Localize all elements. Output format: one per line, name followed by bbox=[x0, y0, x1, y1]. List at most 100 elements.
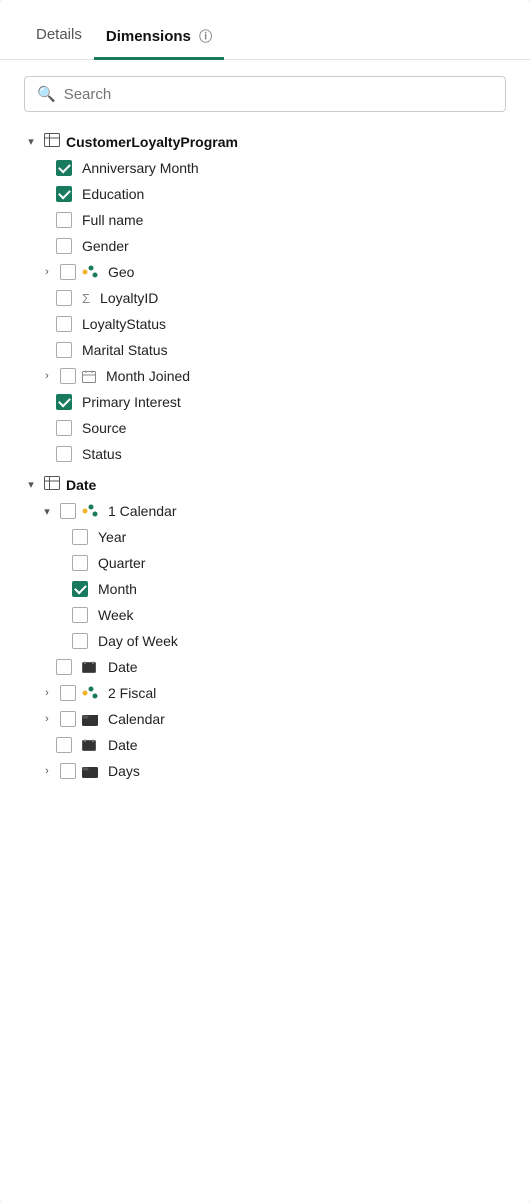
checkbox-education[interactable] bbox=[56, 186, 72, 202]
list-item-loyalty-status[interactable]: LoyaltyStatus bbox=[0, 311, 530, 337]
subgroup-row-2fiscal[interactable]: › 2 Fiscal bbox=[0, 680, 530, 706]
subgroup-row-1calendar[interactable]: ▾ 1 Calendar bbox=[0, 498, 530, 524]
field-label-primary-interest: Primary Interest bbox=[82, 394, 181, 410]
list-item-loyalty-id[interactable]: Σ LoyaltyID bbox=[0, 285, 530, 311]
field-label-month: Month bbox=[98, 581, 137, 597]
checkbox-date-flat1[interactable] bbox=[56, 659, 72, 675]
list-item-status[interactable]: Status bbox=[0, 441, 530, 467]
checkbox-month[interactable] bbox=[72, 581, 88, 597]
chevron-icon-geo: › bbox=[40, 266, 54, 278]
list-item-anniversary-month[interactable]: Anniversary Month bbox=[0, 155, 530, 181]
list-item-gender[interactable]: Gender bbox=[0, 233, 530, 259]
checkbox-source[interactable] bbox=[56, 420, 72, 436]
checkbox-date-flat2[interactable] bbox=[56, 737, 72, 753]
sigma-icon-loyalty-id: Σ bbox=[82, 291, 90, 306]
tab-details[interactable]: Details bbox=[24, 16, 94, 60]
search-icon: 🔍 bbox=[37, 85, 56, 103]
field-label-loyalty-status: LoyaltyStatus bbox=[82, 316, 166, 332]
table-icon-date bbox=[44, 476, 60, 493]
list-item-full-name[interactable]: Full name bbox=[0, 207, 530, 233]
checkbox-marital-status[interactable] bbox=[56, 342, 72, 358]
checkbox-full-name[interactable] bbox=[56, 212, 72, 228]
list-item-month[interactable]: Month bbox=[0, 576, 530, 602]
dateflat-icon-2 bbox=[82, 739, 96, 751]
field-label-status: Status bbox=[82, 446, 122, 462]
checkbox-quarter[interactable] bbox=[72, 555, 88, 571]
field-label-quarter: Quarter bbox=[98, 555, 145, 571]
hierarchy-icon-geo bbox=[82, 265, 98, 279]
chevron-icon-month-joined: › bbox=[40, 370, 54, 382]
checkbox-days[interactable] bbox=[60, 763, 76, 779]
chevron-icon-1calendar: ▾ bbox=[40, 505, 54, 518]
checkbox-loyalty-id[interactable] bbox=[56, 290, 72, 306]
list-item-quarter[interactable]: Quarter bbox=[0, 550, 530, 576]
field-label-source: Source bbox=[82, 420, 126, 436]
hierarchy-icon-2fiscal bbox=[82, 686, 98, 700]
group-date: ▾ Date ▾ bbox=[0, 471, 530, 784]
chevron-icon-days: › bbox=[40, 765, 54, 777]
checkbox-loyalty-status[interactable] bbox=[56, 316, 72, 332]
field-label-1calendar: 1 Calendar bbox=[108, 503, 177, 519]
field-label-gender: Gender bbox=[82, 238, 129, 254]
checkbox-1calendar[interactable] bbox=[60, 503, 76, 519]
list-item-date-flat1[interactable]: Date bbox=[0, 654, 530, 680]
checkbox-2fiscal[interactable] bbox=[60, 685, 76, 701]
list-item-primary-interest[interactable]: Primary Interest bbox=[0, 389, 530, 415]
hierarchy-icon-1calendar bbox=[82, 504, 98, 518]
subgroup-row-calendar[interactable]: › Calendar bbox=[0, 706, 530, 732]
field-label-week: Week bbox=[98, 607, 134, 623]
field-label-calendar2: Calendar bbox=[108, 711, 165, 727]
checkbox-calendar2[interactable] bbox=[60, 711, 76, 727]
chevron-icon-calendar2: › bbox=[40, 713, 54, 725]
field-label-geo: Geo bbox=[108, 264, 134, 280]
group-row-date[interactable]: ▾ Date bbox=[0, 471, 530, 498]
group-label-customer: CustomerLoyaltyProgram bbox=[66, 134, 238, 150]
tree: ▾ CustomerLoyaltyProgram Anniversary Mon… bbox=[0, 128, 530, 788]
tab-info-icon: ⓘ bbox=[199, 29, 212, 44]
group-customer-loyalty-program: ▾ CustomerLoyaltyProgram Anniversary Mon… bbox=[0, 128, 530, 467]
list-item-geo[interactable]: › Geo bbox=[0, 259, 530, 285]
field-label-loyalty-id: LoyaltyID bbox=[100, 290, 158, 306]
list-item-month-joined[interactable]: › Month Joined bbox=[0, 363, 530, 389]
group-row-customer-loyalty[interactable]: ▾ CustomerLoyaltyProgram bbox=[0, 128, 530, 155]
list-item-date-flat2[interactable]: Date bbox=[0, 732, 530, 758]
field-label-date-flat2: Date bbox=[108, 737, 138, 753]
list-item-day-of-week[interactable]: Day of Week bbox=[0, 628, 530, 654]
field-label-full-name: Full name bbox=[82, 212, 143, 228]
field-label-month-joined: Month Joined bbox=[106, 368, 190, 384]
table-icon-customer bbox=[44, 133, 60, 150]
search-input[interactable] bbox=[64, 86, 493, 103]
field-label-date-flat1: Date bbox=[108, 659, 138, 675]
search-box[interactable]: 🔍 bbox=[24, 76, 506, 112]
field-label-education: Education bbox=[82, 186, 144, 202]
subgroup-row-days[interactable]: › Days bbox=[0, 758, 530, 784]
list-item-education[interactable]: Education bbox=[0, 181, 530, 207]
checkbox-week[interactable] bbox=[72, 607, 88, 623]
chevron-icon-customer: ▾ bbox=[24, 135, 38, 148]
field-label-year: Year bbox=[98, 529, 126, 545]
chevron-icon-date: ▾ bbox=[24, 478, 38, 491]
darkfolder-icon-days bbox=[82, 765, 98, 778]
field-label-anniversary-month: Anniversary Month bbox=[82, 160, 199, 176]
list-item-year[interactable]: Year bbox=[0, 524, 530, 550]
list-item-marital-status[interactable]: Marital Status bbox=[0, 337, 530, 363]
darkfolder-icon-calendar bbox=[82, 713, 98, 726]
list-item-week[interactable]: Week bbox=[0, 602, 530, 628]
checkbox-primary-interest[interactable] bbox=[56, 394, 72, 410]
field-label-2fiscal: 2 Fiscal bbox=[108, 685, 156, 701]
checkbox-geo[interactable] bbox=[60, 264, 76, 280]
tab-dimensions[interactable]: Dimensions ⓘ bbox=[94, 16, 224, 60]
panel: Details Dimensions ⓘ 🔍 ▾ bbox=[0, 0, 530, 1202]
field-label-days: Days bbox=[108, 763, 140, 779]
checkbox-anniversary-month[interactable] bbox=[56, 160, 72, 176]
checkbox-year[interactable] bbox=[72, 529, 88, 545]
checkbox-status[interactable] bbox=[56, 446, 72, 462]
list-item-source[interactable]: Source bbox=[0, 415, 530, 441]
checkbox-gender[interactable] bbox=[56, 238, 72, 254]
checkbox-month-joined[interactable] bbox=[60, 368, 76, 384]
checkbox-day-of-week[interactable] bbox=[72, 633, 88, 649]
tabs-bar: Details Dimensions ⓘ bbox=[0, 16, 530, 60]
field-label-day-of-week: Day of Week bbox=[98, 633, 178, 649]
field-label-marital-status: Marital Status bbox=[82, 342, 168, 358]
search-container: 🔍 bbox=[0, 76, 530, 112]
